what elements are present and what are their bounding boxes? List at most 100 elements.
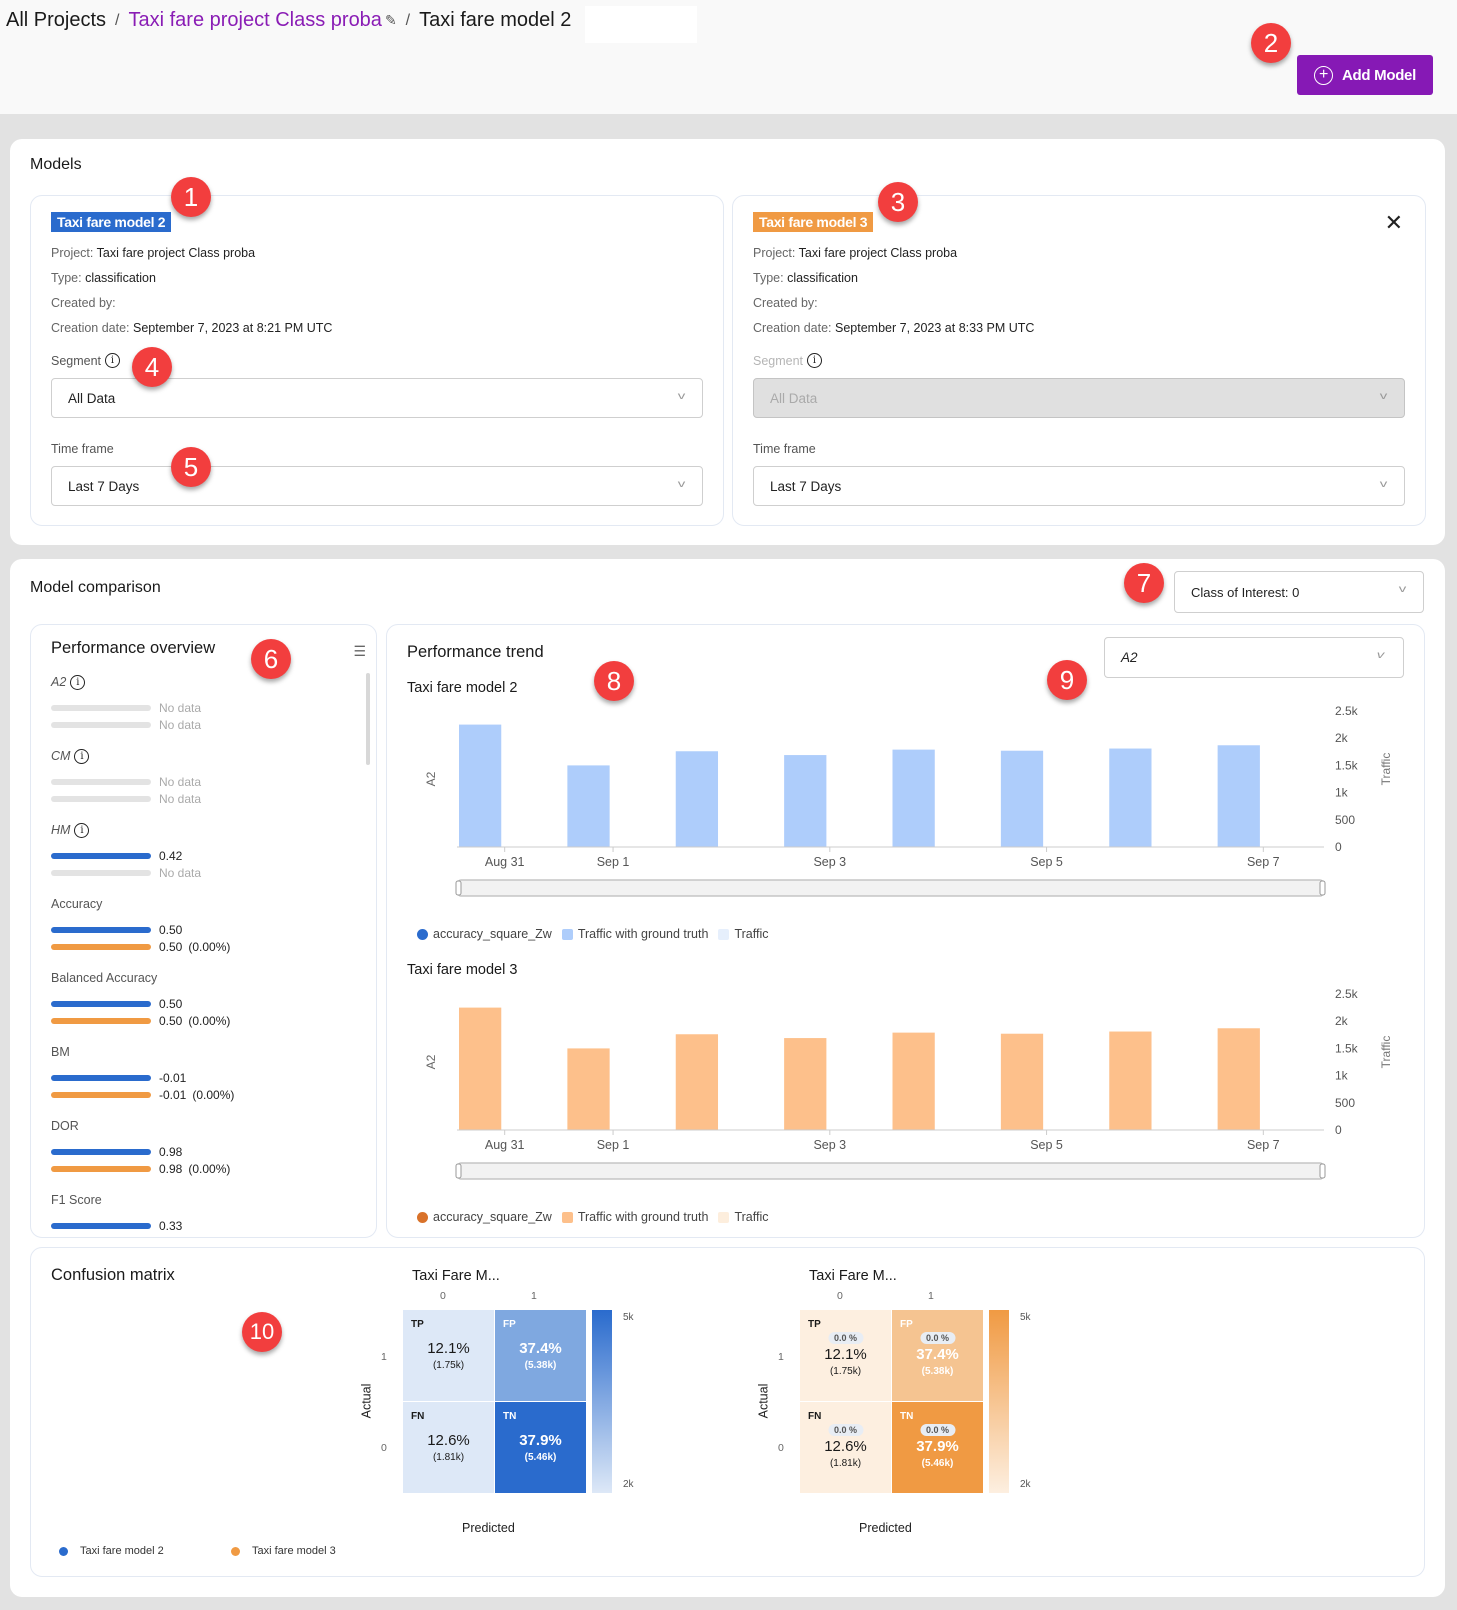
matrix-legend-item[interactable]: Taxi fare model 2 [59,1545,164,1557]
col-label: 0 [837,1290,843,1302]
legend-dot-icon [417,928,428,940]
info-icon[interactable]: i [74,822,90,838]
timeframe-select[interactable]: Last 7 Days v [51,466,703,506]
metric-bar [51,926,151,933]
x-tick-label: Sep 3 [813,1138,846,1152]
y-axis-label: A2 [424,771,438,786]
metric-delta: (0.00%) [188,1013,231,1028]
metric-value: -0.01 [159,1087,187,1102]
row-label: 1 [778,1351,784,1363]
legend-item[interactable]: accuracy_square_Zw [417,1210,552,1224]
matrix-cell-tp[interactable]: TP 12.1% (1.75k) [403,1310,494,1401]
matrix-legend-item[interactable]: Taxi fare model 3 [231,1545,336,1557]
metric-select[interactable]: A2 v [1104,637,1404,678]
info-icon[interactable]: i [74,748,90,764]
legend-item[interactable]: Traffic [718,1210,768,1224]
slider-handle-right[interactable] [1319,1163,1326,1179]
model-card-2: Taxi fare model 3 ✕ Project: Taxi fare p… [732,195,1426,526]
annotation-badge-6: 6 [251,639,291,679]
chevron-down-icon: v [1376,650,1385,661]
type-key: Type: [51,271,82,285]
metric-item: HM i 0.42 No data [51,819,351,881]
legend-item[interactable]: accuracy_square_Zw [417,927,552,941]
model-type: Type: classification [51,271,156,285]
segment-value: All Data [770,390,818,406]
matrix-cell-fn[interactable]: FN 12.6% (1.81k) [403,1402,494,1493]
class-of-interest-select[interactable]: Class of Interest: 0 v [1174,571,1424,613]
model-creation-date: Creation date: September 7, 2023 at 8:21… [51,321,332,335]
matrix-cell-fn[interactable]: FN 0.0 % 12.6% (1.81k) [800,1402,891,1493]
cell-label: FN [411,1411,425,1422]
metric-item: CM i No data No data [51,745,351,807]
x-axis-label: Predicted [462,1521,515,1535]
annotation-badge-7: 7 [1124,563,1164,603]
confusion-matrix-title: Confusion matrix [51,1266,175,1284]
metric-bar [51,795,151,802]
x-tick-label: Sep 5 [1030,855,1063,869]
matrix-cell-tn[interactable]: TN 0.0 % 37.9% (5.46k) [892,1402,983,1493]
model-name-tag: Taxi fare model 2 [51,212,172,232]
metric-bar [51,1148,151,1155]
info-icon[interactable]: i [807,353,823,368]
matrix-cell-tn[interactable]: TN 37.9% (5.46k) [495,1402,586,1493]
info-icon[interactable]: i [70,674,86,690]
class-of-interest-value: Class of Interest: 0 [1191,584,1300,600]
info-icon[interactable]: i [105,353,121,368]
metric-bar [51,1165,151,1172]
add-model-button[interactable]: + Add Model [1297,55,1433,95]
range-slider[interactable] [456,879,1325,897]
model-created-by: Created by: [753,296,818,310]
breadcrumb-separator: / [405,11,411,29]
legend-item[interactable]: Traffic with ground truth [561,927,708,941]
x-tick-label: Sep 7 [1247,1138,1280,1152]
y-axis-label: Actual [756,1383,771,1419]
segment-value: All Data [68,390,116,406]
menu-icon[interactable]: ☰ [353,643,366,660]
metric-row-model-2: 0.33 [51,1217,351,1234]
creation-date-key: Creation date: [51,321,130,335]
matrix-cell-tp[interactable]: TP 0.0 % 12.1% (1.75k) [800,1310,891,1401]
legend-label: Traffic [734,1210,769,1224]
cell-count: (1.75k) [829,1366,862,1377]
metric-name: CM i [51,745,351,767]
scrollbar[interactable] [366,673,370,765]
timeframe-label: Time frame [51,442,114,456]
chevron-down-icon: v [1398,584,1407,595]
metric-value: No data [159,791,202,806]
matrix-cell-fp[interactable]: FP 37.4% (5.38k) [495,1310,586,1401]
metric-row-model-2: 0.98 [51,1143,351,1160]
segment-select: All Data v [753,378,1405,418]
matrix-cell-fp[interactable]: FP 0.0 % 37.4% (5.38k) [892,1310,983,1401]
slider-handle-left[interactable] [455,1163,462,1179]
annotation-badge-1: 1 [171,177,211,217]
col-label: 1 [928,1290,934,1302]
y2-tick-label: 1k [1335,786,1349,800]
metric-bar [51,869,151,876]
metric-name-text: CM [51,749,71,763]
slider-handle-right[interactable] [1319,880,1326,896]
legend-item[interactable]: Traffic [718,927,768,941]
legend-label: Traffic with ground truth [577,1210,709,1224]
timeframe-select[interactable]: Last 7 Days v [753,466,1405,506]
creation-date-key: Creation date: [753,321,832,335]
delta-badge: 0.0 % [919,1424,956,1436]
metric-name: HM i [51,819,351,841]
type-value: classification [787,271,858,285]
metric-select-value: A2 [1121,650,1138,665]
legend-item[interactable]: Traffic with ground truth [561,1210,709,1224]
metric-name-text: F1 Score [51,1193,102,1207]
segment-label: Segment i [51,353,121,368]
metric-delta: (0.00%) [192,1087,235,1102]
range-slider[interactable] [456,1162,1325,1180]
x-axis-label: Predicted [859,1521,912,1535]
traffic-bar [1217,745,1260,847]
breadcrumb-project-link[interactable]: Taxi fare project Class proba [128,9,381,32]
close-icon[interactable]: ✕ [1385,212,1403,234]
metric-value: No data [159,717,202,732]
edit-icon[interactable]: ✎ [385,12,397,29]
metric-item: Balanced Accuracy 0.50 0.50 (0.00%) [51,967,351,1029]
y2-tick-label: 1k [1335,1069,1349,1083]
project-value: Taxi fare project Class proba [96,246,256,260]
slider-handle-left[interactable] [455,880,462,896]
breadcrumb-all-projects[interactable]: All Projects [6,9,106,32]
